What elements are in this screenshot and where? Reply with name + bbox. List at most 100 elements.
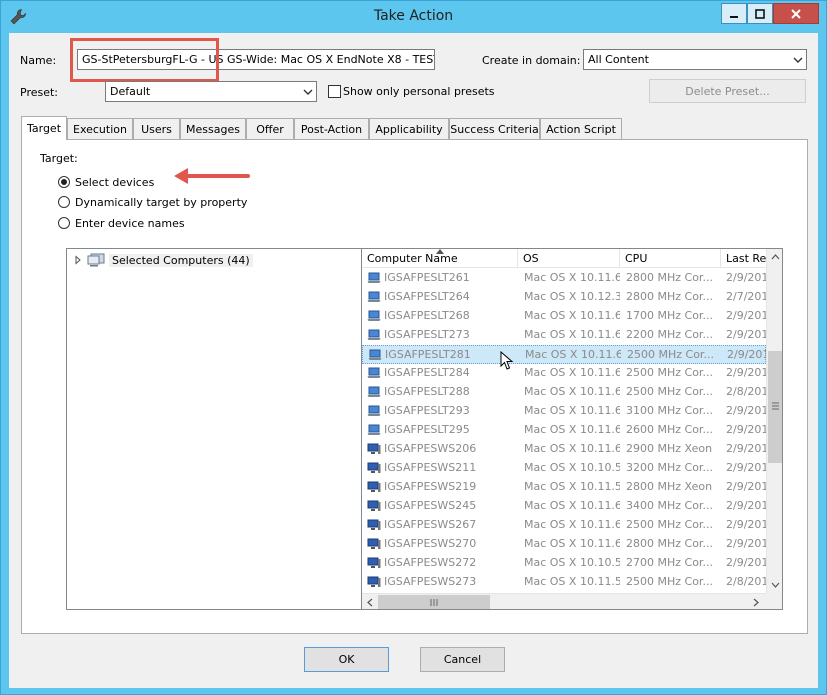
cell-cpu: 3400 MHz Cor... <box>626 499 713 512</box>
scroll-left-button[interactable] <box>362 594 378 609</box>
desktop-computer-icon <box>367 481 381 492</box>
tab-offer[interactable]: Offer <box>246 118 294 139</box>
horizontal-scrollbar[interactable] <box>362 593 766 609</box>
tab-messages[interactable]: Messages <box>180 118 246 139</box>
radio-label: Dynamically target by property <box>75 195 248 209</box>
table-row[interactable]: IGSAFPESWS273 Mac OS X 10.11.5 2500 MHz Co… <box>362 573 766 592</box>
horizontal-scroll-thumb[interactable] <box>378 595 490 609</box>
cancel-button[interactable]: Cancel <box>420 647 505 672</box>
computer-name-text: IGSAFPESLT288 <box>384 385 470 398</box>
cell-last-report: 2/9/201 <box>726 309 766 322</box>
desktop-computer-icon <box>367 500 381 511</box>
radio-enter-device-names[interactable]: Enter device names <box>58 215 185 231</box>
radio-label: Enter device names <box>75 216 185 230</box>
cell-computer-name: IGSAFPESLT281 <box>368 348 516 361</box>
table-row[interactable]: IGSAFPESWS219 Mac OS X 10.11.5 2800 MHz Xe… <box>362 478 766 497</box>
cell-computer-name: IGSAFPESLT295 <box>367 423 515 436</box>
close-button[interactable] <box>773 3 819 24</box>
tab-execution[interactable]: Execution <box>67 118 133 139</box>
cell-last-report: 2/8/201 <box>726 575 766 588</box>
cell-cpu: 2500 MHz Cor... <box>626 575 713 588</box>
radio-label: Select devices <box>75 175 155 189</box>
table-row[interactable]: IGSAFPESLT295 Mac OS X 10.11.6 2600 MHz Co… <box>362 421 766 440</box>
computer-list[interactable]: Computer Name OS CPU Last Rep IGSAFPESLT… <box>361 248 783 610</box>
personal-presets-checkbox[interactable] <box>328 85 341 98</box>
tab-success-criteria[interactable]: Success Criteria <box>449 118 540 139</box>
cell-computer-name: IGSAFPESWS211 <box>367 461 515 474</box>
table-row[interactable]: IGSAFPESLT264 Mac OS X 10.12.3 2800 MHz Co… <box>362 288 766 307</box>
minimize-icon <box>730 15 738 18</box>
expand-arrow-icon[interactable] <box>73 255 83 265</box>
tree-item-selected-computers[interactable]: Selected Computers (44) <box>73 252 253 268</box>
table-row[interactable]: IGSAFPESWS211 Mac OS X 10.10.5 3200 MHz Co… <box>362 459 766 478</box>
table-row[interactable]: IGSAFPESLT288 Mac OS X 10.11.6 2500 MHz Co… <box>362 383 766 402</box>
domain-select-value: All Content <box>588 53 649 66</box>
cell-cpu: 2500 MHz Cor... <box>627 348 714 361</box>
ok-button[interactable]: OK <box>304 647 389 672</box>
scroll-up-button[interactable] <box>767 249 782 265</box>
radio-select-devices[interactable]: Select devices <box>58 174 154 190</box>
computer-group-icon <box>87 253 105 267</box>
radio-button[interactable] <box>58 196 70 208</box>
tab-target[interactable]: Target <box>21 116 67 140</box>
computer-name-text: IGSAFPESLT284 <box>384 366 470 379</box>
minimize-button[interactable] <box>721 3 747 24</box>
cell-last-report: 2/9/201 <box>726 480 766 493</box>
tab-users[interactable]: Users <box>133 118 180 139</box>
laptop-icon <box>367 424 381 435</box>
desktop-computer-icon <box>367 557 381 568</box>
computer-name-text: IGSAFPESLT293 <box>384 404 470 417</box>
table-row[interactable]: IGSAFPESLT281 Mac OS X 10.11.6 2500 MHz Co… <box>362 345 767 364</box>
column-header-last-report[interactable]: Last Rep <box>721 249 766 268</box>
preset-select[interactable]: Default <box>105 81 317 102</box>
vertical-scrollbar[interactable] <box>766 249 782 593</box>
table-row[interactable]: IGSAFPESWS272 Mac OS X 10.10.5 2700 MHz Co… <box>362 554 766 573</box>
cell-cpu: 2500 MHz Cor... <box>626 385 713 398</box>
table-row[interactable]: IGSAFPESLT284 Mac OS X 10.11.6 2500 MHz Co… <box>362 364 766 383</box>
table-row[interactable]: IGSAFPESLT273 Mac OS X 10.11.6 2200 MHz Co… <box>362 326 766 345</box>
tree-item-label: Selected Computers (44) <box>109 253 253 267</box>
cell-os: Mac OS X 10.11.6 <box>524 404 620 417</box>
table-row[interactable]: IGSAFPESWS206 Mac OS X 10.11.6 2900 MHz Xe… <box>362 440 766 459</box>
name-label: Name: <box>20 54 57 67</box>
preset-select-value: Default <box>110 85 151 98</box>
table-row[interactable]: IGSAFPESWS245 Mac OS X 10.11.6 3400 MHz Co… <box>362 497 766 516</box>
tab-action-script[interactable]: Action Script <box>540 118 622 139</box>
cell-last-report: 2/7/201 <box>726 290 766 303</box>
cell-computer-name: IGSAFPESWS206 <box>367 442 515 455</box>
maximize-icon <box>755 8 765 19</box>
cell-last-report: 2/9/201 <box>726 328 766 341</box>
computer-name-text: IGSAFPESLT268 <box>384 309 470 322</box>
column-header-os[interactable]: OS <box>518 249 620 268</box>
cell-os: Mac OS X 10.11.6 <box>524 499 620 512</box>
cell-computer-name: IGSAFPESLT268 <box>367 309 515 322</box>
cell-computer-name: IGSAFPESWS273 <box>367 575 515 588</box>
table-row[interactable]: IGSAFPESLT268 Mac OS X 10.11.6 1700 MHz Co… <box>362 307 766 326</box>
computer-name-text: IGSAFPESWS267 <box>384 518 477 531</box>
cell-last-report: 2/9/201 <box>727 348 767 361</box>
scroll-right-button[interactable] <box>748 594 764 609</box>
cell-cpu: 2800 MHz Cor... <box>626 290 713 303</box>
column-header-cpu[interactable]: CPU <box>620 249 721 268</box>
maximize-button[interactable] <box>747 3 773 24</box>
computer-group-tree[interactable]: Selected Computers (44) <box>66 248 362 610</box>
tab-post-action[interactable]: Post-Action <box>294 118 369 139</box>
domain-select[interactable]: All Content <box>583 49 807 70</box>
cell-cpu: 2900 MHz Xeon <box>626 442 713 455</box>
cell-cpu: 2700 MHz Cor... <box>626 556 713 569</box>
vertical-scroll-thumb[interactable] <box>768 351 782 463</box>
dialog-body: Name: GS-StPetersburgFL-G - US GS-Wide: … <box>9 33 818 688</box>
scroll-down-button[interactable] <box>767 577 782 593</box>
computer-name-text: IGSAFPESWS273 <box>384 575 477 588</box>
table-row[interactable]: IGSAFPESWS270 Mac OS X 10.11.6 2800 MHz Co… <box>362 535 766 554</box>
radio-button[interactable] <box>58 217 70 229</box>
radio-button[interactable] <box>58 176 70 188</box>
delete-preset-button[interactable]: Delete Preset... <box>649 79 806 103</box>
table-row[interactable]: IGSAFPESLT293 Mac OS X 10.11.6 3100 MHz Co… <box>362 402 766 421</box>
table-row[interactable]: IGSAFPESWS267 Mac OS X 10.11.6 2500 MHz Co… <box>362 516 766 535</box>
radio-dynamic-target[interactable]: Dynamically target by property <box>58 194 247 210</box>
title-bar[interactable]: Take Action <box>1 1 826 33</box>
table-row[interactable]: IGSAFPESLT261 Mac OS X 10.11.6 2800 MHz Co… <box>362 269 766 288</box>
tab-applicability[interactable]: Applicability <box>369 118 449 139</box>
target-heading: Target: <box>40 152 78 165</box>
